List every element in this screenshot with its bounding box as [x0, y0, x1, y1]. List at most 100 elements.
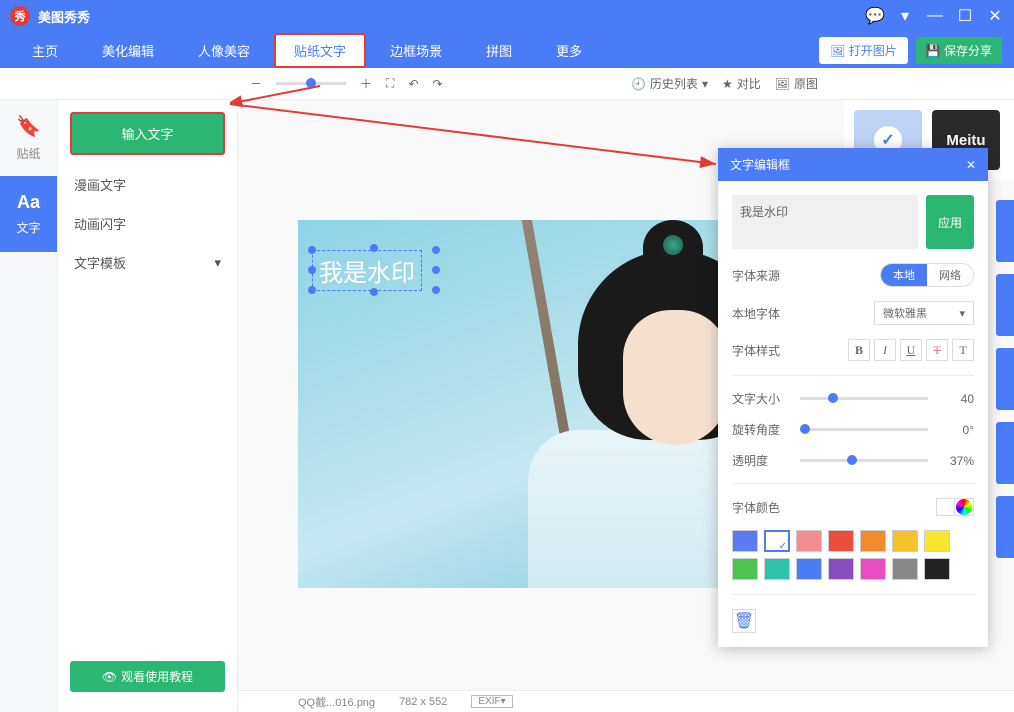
toolbar: － ＋ ⛶ ↶ ↷ 🕘 历史列表 ▾ ★ 对比 🖼 原图: [0, 68, 1014, 100]
compare-label: 对比: [737, 75, 761, 92]
save-share-button[interactable]: 💾 保存分享: [916, 37, 1002, 64]
app-title: 美图秀秀: [38, 7, 90, 26]
minimize-button[interactable]: —: [926, 7, 944, 25]
close-button[interactable]: ✕: [986, 7, 1004, 25]
font-source-label: 字体来源: [732, 267, 786, 284]
color-swatch[interactable]: [732, 530, 758, 552]
source-net-pill[interactable]: 网络: [927, 264, 973, 286]
color-swatch[interactable]: [828, 558, 854, 580]
rail-item-text[interactable]: Aa 文字: [0, 176, 57, 252]
dropdown-icon[interactable]: ▾: [896, 7, 914, 25]
side-tab-3[interactable]: [996, 348, 1014, 410]
tutorial-label: 观看使用教程: [121, 668, 193, 685]
main-tabs: 主页 美化编辑 人像美容 贴纸文字 边框场景 拼图 更多 🖼 打开图片 💾 保存…: [0, 32, 1014, 68]
rail-sticker-label: 贴纸: [16, 145, 40, 162]
style-outline[interactable]: T: [952, 339, 974, 361]
tab-beautify[interactable]: 美化编辑: [82, 33, 174, 68]
color-grid: [732, 530, 974, 580]
font-source-toggle: 本地 网络: [880, 263, 974, 287]
tab-sticker-text[interactable]: 贴纸文字: [274, 33, 366, 68]
close-icon[interactable]: ✕: [966, 158, 976, 172]
panel-item-anim-text[interactable]: 动画闪字: [58, 204, 237, 243]
opacity-value: 37%: [942, 454, 974, 468]
zoom-slider[interactable]: [276, 82, 346, 85]
delete-button[interactable]: 🗑: [732, 609, 756, 633]
source-local-pill[interactable]: 本地: [881, 264, 927, 286]
history-button[interactable]: 🕘 历史列表 ▾: [631, 75, 708, 92]
open-image-button[interactable]: 🖼 打开图片: [819, 37, 908, 64]
color-swatch[interactable]: [860, 558, 886, 580]
side-tabs: [996, 200, 1014, 558]
tab-border[interactable]: 边框场景: [370, 33, 462, 68]
bookmark-icon: 🔖: [16, 114, 41, 139]
maximize-button[interactable]: ☐: [956, 7, 974, 25]
tab-collage[interactable]: 拼图: [466, 33, 532, 68]
editor-header[interactable]: 文字编辑框 ✕: [718, 148, 988, 181]
style-italic[interactable]: I: [874, 339, 896, 361]
apply-button[interactable]: 应用: [926, 195, 974, 249]
left-panel: 输入文字 漫画文字 动画闪字 文字模板 ▾ 👁 观看使用教程: [58, 100, 238, 712]
panel-item-comic-text[interactable]: 漫画文字: [58, 165, 237, 204]
status-bar: QQ截...016.png 782 x 552 EXIF▾: [238, 690, 1014, 712]
status-filename: QQ截...016.png: [298, 694, 375, 710]
exif-button[interactable]: EXIF▾: [471, 695, 512, 708]
local-font-label: 本地字体: [732, 305, 786, 322]
app-logo-icon: 秀: [10, 6, 30, 26]
color-swatch[interactable]: [924, 530, 950, 552]
tab-more[interactable]: 更多: [536, 33, 602, 68]
font-color-label: 字体颜色: [732, 499, 786, 516]
text-input[interactable]: 我是水印: [732, 195, 918, 249]
font-selected-label: 微软雅黑: [883, 305, 927, 321]
color-swatch[interactable]: [732, 558, 758, 580]
font-style-label: 字体样式: [732, 342, 786, 359]
zoom-out-button[interactable]: －: [250, 75, 262, 92]
undo-button[interactable]: ↶: [408, 77, 418, 91]
color-swatch[interactable]: [796, 530, 822, 552]
panel-item-text-template[interactable]: 文字模板 ▾: [58, 243, 237, 282]
rotate-label: 旋转角度: [732, 421, 786, 438]
color-swatch[interactable]: [764, 530, 790, 552]
compare-button[interactable]: ★ 对比: [722, 75, 761, 92]
tutorial-button[interactable]: 👁 观看使用教程: [70, 661, 225, 692]
chevron-down-icon: ▾: [959, 307, 965, 320]
chevron-down-icon: ▾: [214, 255, 221, 271]
chat-icon[interactable]: 💬: [866, 7, 884, 25]
rotate-value: 0°: [942, 423, 974, 437]
opacity-slider[interactable]: [800, 459, 928, 462]
font-size-label: 文字大小: [732, 390, 786, 407]
style-underline[interactable]: U: [900, 339, 922, 361]
save-share-label: 保存分享: [944, 44, 992, 58]
color-swatch[interactable]: [924, 558, 950, 580]
color-swatch[interactable]: [828, 530, 854, 552]
tab-portrait[interactable]: 人像美容: [178, 33, 270, 68]
tab-home[interactable]: 主页: [12, 33, 78, 68]
hue-icon: [956, 499, 972, 515]
side-tab-5[interactable]: [996, 496, 1014, 558]
rail-item-sticker[interactable]: 🔖 贴纸: [0, 100, 57, 176]
left-rail: 🔖 贴纸 Aa 文字: [0, 100, 58, 712]
watermark-text-object[interactable]: 我是水印: [312, 250, 422, 291]
opacity-label: 透明度: [732, 452, 786, 469]
side-tab-1[interactable]: [996, 200, 1014, 262]
color-swatch[interactable]: [796, 558, 822, 580]
style-strike[interactable]: T: [926, 339, 948, 361]
original-button[interactable]: 🖼 原图: [775, 75, 818, 92]
font-size-value: 40: [942, 392, 974, 406]
font-select[interactable]: 微软雅黑 ▾: [874, 301, 974, 325]
color-swatch[interactable]: [764, 558, 790, 580]
redo-button[interactable]: ↷: [433, 77, 443, 91]
input-text-button[interactable]: 输入文字: [70, 112, 225, 155]
color-swatch[interactable]: [860, 530, 886, 552]
zoom-in-button[interactable]: ＋: [360, 75, 372, 92]
original-label: 原图: [794, 75, 818, 92]
font-size-slider[interactable]: [800, 397, 928, 400]
rotate-slider[interactable]: [800, 428, 928, 431]
side-tab-4[interactable]: [996, 422, 1014, 484]
history-label: 历史列表: [650, 75, 698, 92]
style-bold[interactable]: B: [848, 339, 870, 361]
color-swatch[interactable]: [892, 530, 918, 552]
color-swatch[interactable]: [892, 558, 918, 580]
side-tab-2[interactable]: [996, 274, 1014, 336]
fit-button[interactable]: ⛶: [386, 76, 394, 91]
color-preview[interactable]: [936, 498, 974, 516]
